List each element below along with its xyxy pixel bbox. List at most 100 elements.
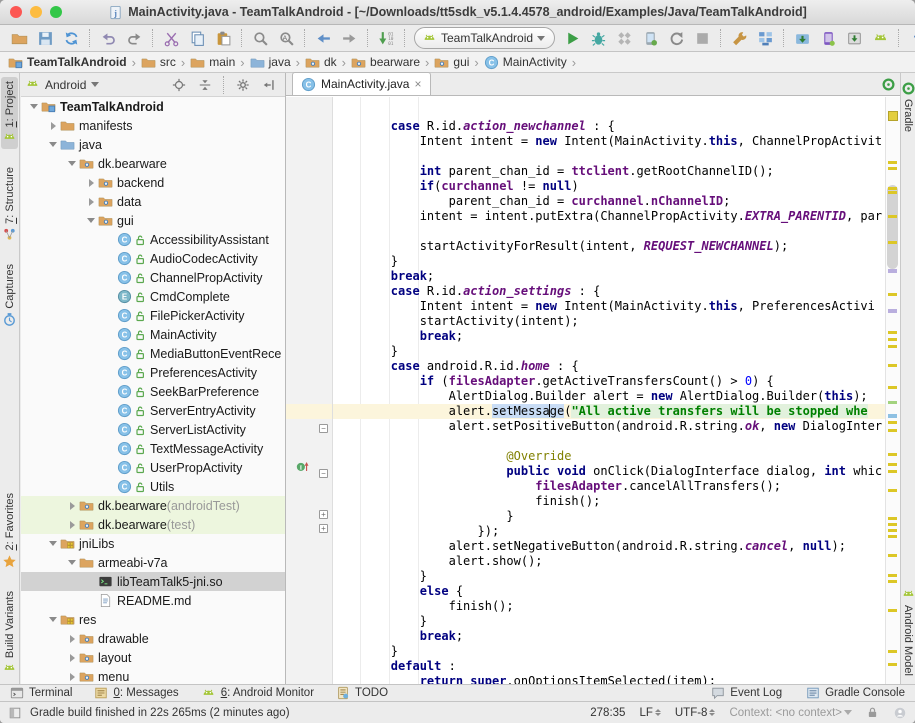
tree-item-dk-bearware[interactable]: dk.bearware bbox=[21, 154, 285, 173]
error-stripe-mark[interactable] bbox=[888, 453, 897, 456]
tree-item-libteamtalk5-jni-so[interactable]: libTeamTalk5-jni.so bbox=[21, 572, 285, 591]
code-line[interactable]: int parent_chan_id = ttclient.getRootCha… bbox=[333, 164, 886, 179]
breadcrumb-item-dk[interactable]: dk bbox=[303, 55, 339, 70]
code-line[interactable]: } bbox=[333, 644, 886, 659]
code-line[interactable] bbox=[333, 224, 886, 239]
error-stripe-mark[interactable] bbox=[888, 470, 897, 473]
tree-item-audiocodecactivity[interactable]: CAudioCodecActivity bbox=[21, 249, 285, 268]
copy-button[interactable] bbox=[184, 27, 210, 49]
tree-item-accessibilityassistant[interactable]: CAccessibilityAssistant bbox=[21, 230, 285, 249]
editor-scrollbar[interactable] bbox=[887, 185, 898, 269]
tree-item-drawable[interactable]: drawable bbox=[21, 629, 285, 648]
tree-item-utils[interactable]: CUtils bbox=[21, 477, 285, 496]
tree-item-layout[interactable]: layout bbox=[21, 648, 285, 667]
tool-stripe-captures[interactable]: Captures bbox=[1, 260, 18, 331]
line-ending-selector[interactable]: LF bbox=[639, 707, 660, 719]
error-stripe-mark[interactable] bbox=[888, 241, 897, 244]
find-button[interactable] bbox=[247, 27, 273, 49]
fold-expand-icon[interactable]: + bbox=[319, 524, 328, 533]
tree-item-filepickeractivity[interactable]: CFilePickerActivity bbox=[21, 306, 285, 325]
tool-window-button-0-messages[interactable]: 0: Messages bbox=[94, 686, 178, 700]
run-button[interactable] bbox=[559, 27, 585, 49]
code-line[interactable]: filesAdapter.cancelAllTransfers(); bbox=[333, 479, 886, 494]
code-line[interactable]: parent_chan_id = curchannel.nChannelID; bbox=[333, 194, 886, 209]
inspection-status-icon[interactable] bbox=[888, 111, 898, 121]
code-line[interactable]: intent = intent.putExtra(ChannelPropActi… bbox=[333, 209, 886, 224]
code-line[interactable]: alert.show(); bbox=[333, 554, 886, 569]
tool-window-button-6-android-monitor[interactable]: 6: Android Monitor bbox=[201, 686, 314, 701]
error-stripe-mark[interactable] bbox=[888, 401, 897, 404]
chevron-collapsed-icon[interactable] bbox=[46, 122, 60, 130]
error-stripe-mark[interactable] bbox=[888, 364, 897, 367]
tool-stripe-1-project[interactable]: 1: Project bbox=[1, 77, 18, 149]
avd-manager-button[interactable] bbox=[726, 27, 752, 49]
code-line[interactable]: break; bbox=[333, 269, 886, 284]
debug-button[interactable] bbox=[585, 27, 611, 49]
code-line[interactable]: @Override bbox=[333, 449, 886, 464]
code-line[interactable]: startActivity(intent); bbox=[333, 314, 886, 329]
sync-button[interactable] bbox=[58, 27, 84, 49]
hector-inspector-icon[interactable] bbox=[893, 706, 907, 720]
error-stripe-mark[interactable] bbox=[888, 650, 897, 653]
editor-body[interactable]: −−++I case R.id.action_newchannel : { In… bbox=[286, 97, 900, 684]
code-line[interactable]: startActivityForResult(intent, REQUEST_N… bbox=[333, 239, 886, 254]
code-area[interactable]: case R.id.action_newchannel : { Intent i… bbox=[333, 97, 886, 684]
code-line[interactable]: finish(); bbox=[333, 599, 886, 614]
tree-item-java[interactable]: java bbox=[21, 135, 285, 154]
toggle-stripes-icon[interactable] bbox=[8, 706, 22, 720]
code-line[interactable]: if(curchannel != null) bbox=[333, 179, 886, 194]
error-stripe-mark[interactable] bbox=[888, 463, 897, 466]
chevron-collapsed-icon[interactable] bbox=[65, 635, 79, 643]
code-line[interactable]: } bbox=[333, 614, 886, 629]
code-line[interactable]: }); bbox=[333, 524, 886, 539]
code-line[interactable]: alert.setMessage("All active transfers w… bbox=[333, 404, 886, 419]
tree-item-jnilibs[interactable]: jniLibs bbox=[21, 534, 285, 553]
error-stripe-mark[interactable] bbox=[888, 529, 897, 532]
encoding-selector[interactable]: UTF-8 bbox=[675, 707, 716, 719]
error-stripe-mark[interactable] bbox=[888, 574, 897, 577]
chevron-expanded-icon[interactable] bbox=[27, 104, 41, 109]
chevron-expanded-icon[interactable] bbox=[65, 161, 79, 166]
code-line[interactable]: break; bbox=[333, 329, 886, 344]
tool-stripe-android-model[interactable]: Android Model bbox=[900, 583, 915, 680]
tab-mainactivity[interactable]: C MainActivity.java × bbox=[292, 72, 431, 95]
tree-item-teamtalkandroid[interactable]: TeamTalkAndroid bbox=[21, 97, 285, 116]
caret-position[interactable]: 278:35 bbox=[590, 707, 625, 719]
code-line[interactable]: } bbox=[333, 254, 886, 269]
tree-item-armeabi-v7a[interactable]: armeabi-v7a bbox=[21, 553, 285, 572]
run-configuration-selector[interactable]: TeamTalkAndroid bbox=[414, 27, 555, 49]
tree-item-menu[interactable]: menu bbox=[21, 667, 285, 684]
tool-window-button-terminal[interactable]: Terminal bbox=[10, 686, 72, 700]
chevron-collapsed-icon[interactable] bbox=[65, 673, 79, 681]
code-line[interactable]: public void onClick(DialogInterface dial… bbox=[333, 464, 886, 479]
tree-item-mainactivity[interactable]: CMainActivity bbox=[21, 325, 285, 344]
error-stripe-mark[interactable] bbox=[888, 345, 897, 348]
code-line[interactable]: else { bbox=[333, 584, 886, 599]
chevron-collapsed-icon[interactable] bbox=[84, 179, 98, 187]
chevron-expanded-icon[interactable] bbox=[65, 560, 79, 565]
undo-button[interactable] bbox=[95, 27, 121, 49]
coverage-button[interactable] bbox=[611, 27, 637, 49]
chevron-expanded-icon[interactable] bbox=[46, 541, 60, 546]
code-line[interactable]: case R.id.action_settings : { bbox=[333, 284, 886, 299]
fold-collapse-icon[interactable]: − bbox=[319, 469, 328, 478]
locate-button[interactable] bbox=[169, 74, 189, 96]
error-stripe-mark[interactable] bbox=[888, 161, 897, 164]
breadcrumb-item-java[interactable]: java bbox=[248, 55, 293, 70]
save-button[interactable] bbox=[32, 27, 58, 49]
chevron-collapsed-icon[interactable] bbox=[65, 654, 79, 662]
code-line[interactable]: Intent intent = new Intent(MainActivity.… bbox=[333, 134, 886, 149]
error-stripe-mark[interactable] bbox=[888, 386, 897, 389]
gradle-sync-ok-icon[interactable] bbox=[881, 77, 896, 92]
breadcrumb-item-teamtalkandroid[interactable]: TeamTalkAndroid bbox=[6, 55, 129, 70]
tree-item-mediabuttoneventrece[interactable]: CMediaButtonEventRece bbox=[21, 344, 285, 363]
breadcrumb-item-mainactivity[interactable]: CMainActivity bbox=[482, 55, 569, 70]
zoom-window-button[interactable] bbox=[50, 6, 62, 18]
tool-stripe-build-variants[interactable]: Build Variants bbox=[1, 587, 18, 680]
breadcrumb-item-bearware[interactable]: bearware bbox=[349, 55, 422, 70]
error-stripe-mark[interactable] bbox=[888, 535, 897, 538]
collapse-all-button[interactable] bbox=[195, 74, 215, 96]
error-stripe-mark[interactable] bbox=[888, 489, 897, 492]
tree-item-serverlistactivity[interactable]: CServerListActivity bbox=[21, 420, 285, 439]
close-tab-icon[interactable]: × bbox=[414, 78, 421, 90]
